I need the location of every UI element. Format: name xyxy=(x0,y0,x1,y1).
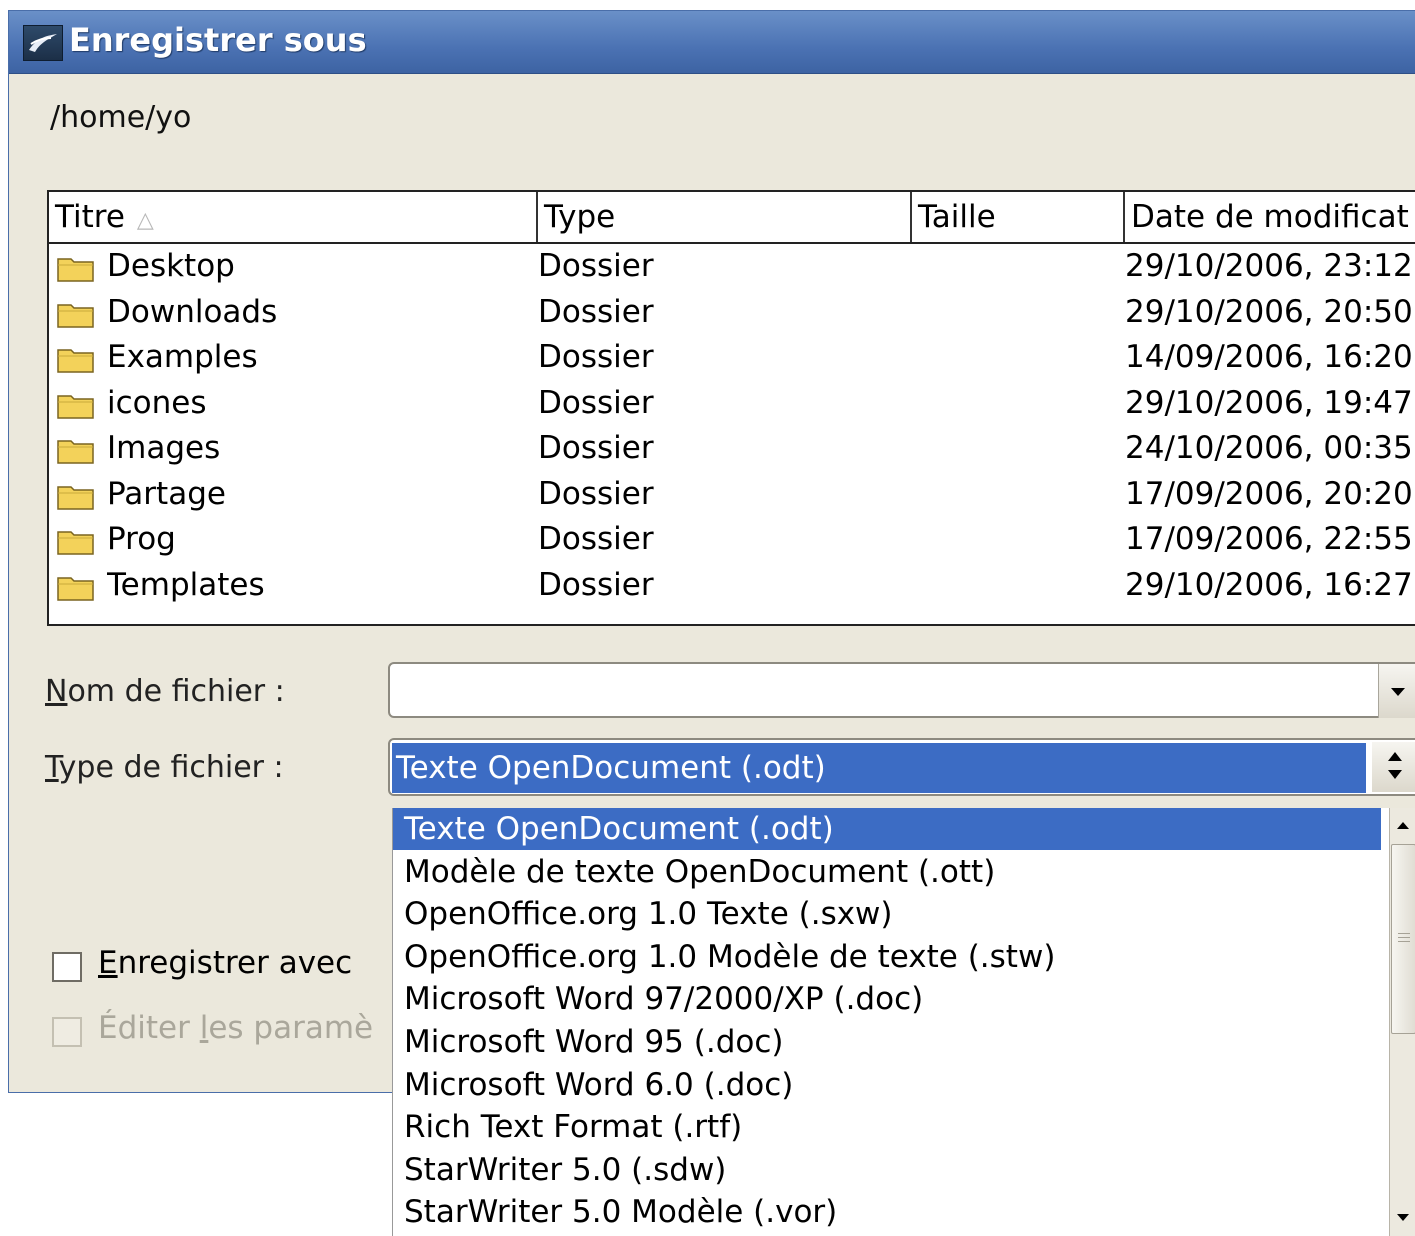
file-type: Dossier xyxy=(538,475,654,512)
file-size xyxy=(912,290,1122,335)
dropdown-option[interactable]: OpenOffice.org 1.0 Texte (.sxw) xyxy=(393,893,1381,935)
dropdown-option[interactable]: Rich Text Format (.rtf) xyxy=(393,1106,1381,1148)
file-name: Downloads xyxy=(107,293,278,330)
chevron-down-icon xyxy=(1388,770,1402,779)
file-name: icones xyxy=(107,384,207,421)
file-size xyxy=(912,244,1122,289)
file-type: Dossier xyxy=(538,339,654,375)
file-date: 29/10/2006, 23:12 xyxy=(1125,248,1413,284)
dropdown-option[interactable]: Microsoft Word 6.0 (.doc) xyxy=(393,1064,1381,1106)
chevron-down-icon xyxy=(1391,688,1405,696)
folder-icon xyxy=(57,254,95,282)
folder-icon xyxy=(57,482,95,510)
edit-filter-settings-label: Éditer les paramè xyxy=(98,1010,374,1046)
file-row[interactable]: Examples Dossier 14/09/2006, 16:20 xyxy=(49,335,1415,380)
filetype-label: Type de fichier : xyxy=(45,750,284,785)
chevron-up-icon xyxy=(1388,752,1402,761)
filename-field[interactable] xyxy=(388,662,1415,718)
file-name: Examples xyxy=(107,339,258,375)
file-row[interactable]: Templates Dossier 29/10/2006, 16:27 xyxy=(49,563,1415,608)
file-size xyxy=(912,472,1122,517)
dropdown-option[interactable]: Modèle de texte OpenDocument (.ott) xyxy=(393,851,1381,893)
scroll-thumb[interactable] xyxy=(1391,844,1415,1034)
file-date: 24/10/2006, 00:35 xyxy=(1125,430,1413,466)
folder-icon xyxy=(57,345,95,373)
dropdown-option[interactable]: Microsoft Word 97/2000/XP (.doc) xyxy=(393,978,1381,1020)
file-size xyxy=(912,381,1122,426)
dropdown-option[interactable]: StarWriter 5.0 (.sdw) xyxy=(393,1149,1381,1191)
filename-label: Nom de fichier : xyxy=(45,674,285,709)
scroll-down-button[interactable] xyxy=(1390,1202,1415,1236)
file-name: Images xyxy=(107,430,221,466)
column-type[interactable]: Type xyxy=(538,192,912,242)
column-titre[interactable]: Titre △ xyxy=(49,192,538,242)
column-taille[interactable]: Taille xyxy=(912,192,1125,242)
save-with-password-label[interactable]: Enregistrer avec xyxy=(98,945,352,981)
file-type: Dossier xyxy=(538,293,654,330)
file-list[interactable]: Titre △ Type Taille Date de modificat Des… xyxy=(47,190,1415,626)
file-row[interactable]: Desktop Dossier 29/10/2006, 23:12 xyxy=(49,244,1415,289)
file-date: 14/09/2006, 16:20 xyxy=(1125,339,1413,375)
column-date[interactable]: Date de modificat xyxy=(1125,192,1415,242)
file-row[interactable]: Partage Dossier 17/09/2006, 20:20 xyxy=(49,472,1415,517)
edit-filter-settings-checkbox xyxy=(52,1017,82,1047)
current-path: /home/yo xyxy=(50,100,192,135)
file-size xyxy=(912,563,1122,608)
folder-icon xyxy=(57,391,95,419)
file-row[interactable]: Downloads Dossier 29/10/2006, 20:50 xyxy=(49,290,1415,335)
file-type: Dossier xyxy=(538,430,654,466)
file-date: 29/10/2006, 20:50 xyxy=(1125,293,1413,330)
file-name: Prog xyxy=(107,521,176,557)
dropdown-option[interactable]: StarWriter 5.0 Modèle (.vor) xyxy=(393,1191,1381,1233)
file-date: 29/10/2006, 19:47 xyxy=(1125,384,1413,421)
scroll-up-button[interactable] xyxy=(1390,808,1415,842)
file-date: 17/09/2006, 20:20 xyxy=(1125,475,1413,512)
title-bar[interactable]: Enregistrer sous xyxy=(9,11,1415,74)
filetype-dropdown-list[interactable]: Texte OpenDocument (.odt) Modèle de texte… xyxy=(392,808,1415,1236)
file-row[interactable]: icones Dossier 29/10/2006, 19:47 xyxy=(49,381,1415,426)
sort-ascending-icon: △ xyxy=(136,208,154,233)
file-type: Dossier xyxy=(538,566,654,603)
window-title: Enregistrer sous xyxy=(69,21,367,59)
dropdown-scrollbar[interactable] xyxy=(1389,808,1415,1236)
folder-icon xyxy=(57,527,95,555)
dropdown-option[interactable]: Microsoft Word 95 (.doc) xyxy=(393,1021,1381,1063)
file-name: Desktop xyxy=(107,248,235,284)
openoffice-icon xyxy=(23,25,63,61)
folder-icon xyxy=(57,573,95,601)
file-type: Dossier xyxy=(538,384,654,421)
column-titre-label: Titre xyxy=(55,199,125,235)
filename-combo-button[interactable] xyxy=(1378,664,1415,718)
file-type: Dossier xyxy=(538,521,654,557)
file-size xyxy=(912,517,1122,562)
filetype-value[interactable]: Texte OpenDocument (.odt) xyxy=(392,743,1366,793)
folder-icon xyxy=(57,436,95,464)
folder-icon xyxy=(57,300,95,328)
file-date: 29/10/2006, 16:27 xyxy=(1125,566,1413,603)
file-date: 17/09/2006, 22:55 xyxy=(1125,521,1413,557)
file-row[interactable]: Images Dossier 24/10/2006, 00:35 xyxy=(49,426,1415,471)
file-size xyxy=(912,335,1122,380)
file-name: Templates xyxy=(107,566,265,603)
file-size xyxy=(912,426,1122,471)
dropdown-option[interactable]: Texte OpenDocument (.odt) xyxy=(393,808,1381,850)
save-with-password-checkbox[interactable] xyxy=(52,952,82,982)
filetype-spin-button[interactable] xyxy=(1372,742,1415,792)
file-type: Dossier xyxy=(538,248,654,284)
file-name: Partage xyxy=(107,475,226,512)
dropdown-option[interactable]: OpenOffice.org 1.0 Modèle de texte (.stw… xyxy=(393,936,1381,978)
file-row[interactable]: Prog Dossier 17/09/2006, 22:55 xyxy=(49,517,1415,562)
column-header: Titre △ Type Taille Date de modificat xyxy=(49,192,1415,244)
